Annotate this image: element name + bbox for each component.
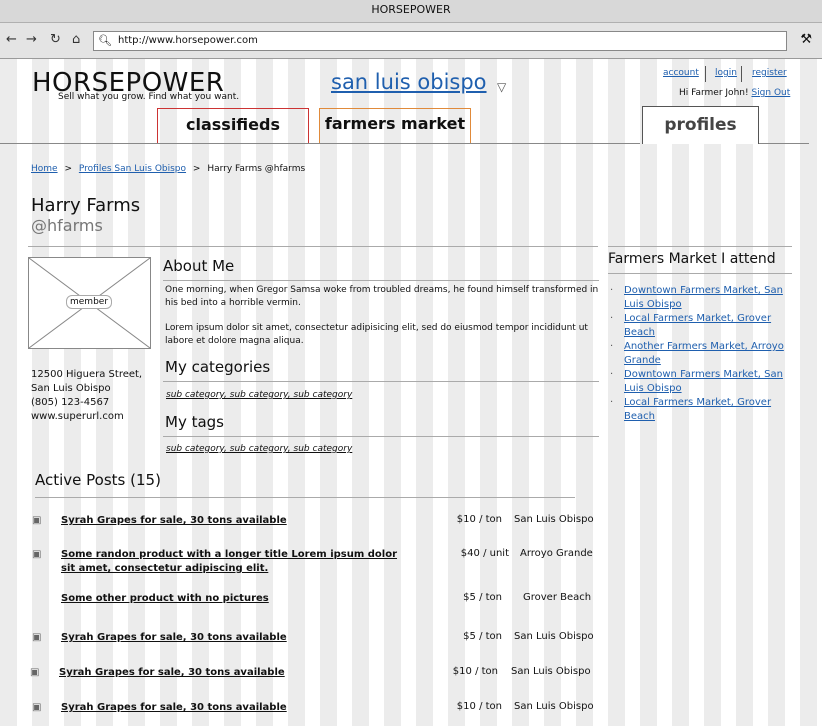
- farmers-market-list: Downtown Farmers Market, San Luis Obispo…: [610, 284, 790, 424]
- breadcrumb-separator: >: [192, 164, 201, 174]
- tab-classifieds[interactable]: classifieds: [157, 108, 309, 143]
- category-links[interactable]: sub category, sub category, sub category: [166, 390, 352, 400]
- post-price: $40 / unit: [460, 548, 509, 559]
- divider: [705, 66, 706, 82]
- home-icon[interactable]: ⌂: [72, 32, 80, 47]
- about-paragraph-2: Lorem ipsum dolor sit amet, consectetur …: [165, 323, 588, 346]
- dropdown-triangle-icon[interactable]: ▽: [497, 80, 506, 94]
- post-price: $10 / ton: [452, 666, 498, 677]
- search-icon: 🔍︎: [98, 34, 112, 47]
- user-greeting: Hi Farmer John!: [679, 88, 749, 98]
- farmers-market-link[interactable]: Downtown Farmers Market, San Luis Obispo: [624, 285, 783, 310]
- address-bar[interactable]: 🔍︎ http://www.horsepower.com: [93, 31, 787, 51]
- about-paragraph-1: One morning, when Gregor Samsa woke from…: [165, 285, 599, 308]
- site-tagline: Sell what you grow. Find what you want.: [58, 92, 240, 102]
- breadcrumb-current: Harry Farms @hfarms: [207, 164, 306, 174]
- farmers-market-title: Farmers Market I attend: [608, 251, 776, 267]
- reload-icon[interactable]: ↻: [50, 32, 61, 47]
- list-item: Local Farmers Market, Grover Beach: [610, 396, 790, 423]
- tag-links[interactable]: sub category, sub category, sub category: [166, 444, 352, 454]
- register-wrap: register: [752, 68, 787, 78]
- camera-icon: ▣: [30, 667, 40, 678]
- post-price: $10 / ton: [456, 514, 502, 525]
- post-title[interactable]: Some other product with no pictures: [61, 592, 269, 606]
- divider: [608, 273, 792, 274]
- list-item: Local Farmers Market, Grover Beach: [610, 312, 790, 339]
- list-item: Downtown Farmers Market, San Luis Obispo: [610, 284, 790, 311]
- tab-baseline: [0, 143, 640, 144]
- user-greeting-line: Hi Farmer John! Sign Out: [679, 88, 790, 98]
- camera-icon: ▣: [32, 702, 42, 713]
- post-title[interactable]: Syrah Grapes for sale, 30 tons available: [61, 701, 287, 715]
- farmers-market-link[interactable]: Downtown Farmers Market, San Luis Obispo: [624, 369, 783, 394]
- member-image-label: member: [66, 295, 113, 309]
- post-location: San Luis Obispo: [511, 666, 591, 677]
- post-location: San Luis Obispo: [514, 701, 594, 712]
- wrench-icon[interactable]: ⚒: [800, 32, 812, 47]
- post-title[interactable]: Syrah Grapes for sale, 30 tons available: [61, 514, 287, 528]
- account-links: account: [663, 68, 699, 78]
- divider: [741, 66, 742, 82]
- signout-link[interactable]: Sign Out: [751, 88, 790, 98]
- post-title[interactable]: Syrah Grapes for sale, 30 tons available: [59, 666, 285, 680]
- post-price: $10 / ton: [456, 701, 502, 712]
- address-city: San Luis Obispo: [31, 383, 111, 394]
- tab-farmers-market[interactable]: farmers market: [319, 108, 471, 143]
- address-line: 12500 Higuera Street,: [31, 369, 143, 380]
- forward-arrow-icon[interactable]: →: [26, 32, 37, 47]
- farmers-market-link[interactable]: Another Farmers Market, Arroyo Grande: [624, 341, 784, 366]
- active-posts-title: Active Posts (15): [35, 471, 161, 489]
- post-price: $5 / ton: [463, 592, 502, 603]
- account-link[interactable]: account: [663, 68, 699, 78]
- window-titlebar: HORSEPOWER: [0, 0, 822, 23]
- post-title[interactable]: Some randon product with a longer title …: [61, 548, 411, 576]
- about-title: About Me: [163, 257, 235, 275]
- farmers-market-link[interactable]: Local Farmers Market, Grover Beach: [624, 397, 771, 422]
- post-price: $5 / ton: [463, 631, 502, 642]
- categories-title: My categories: [165, 358, 271, 376]
- tags-title: My tags: [165, 413, 224, 431]
- post-title[interactable]: Syrah Grapes for sale, 30 tons available: [61, 631, 287, 645]
- divider: [163, 280, 599, 281]
- window-title: HORSEPOWER: [371, 3, 451, 16]
- list-item: Downtown Farmers Market, San Luis Obispo: [610, 368, 790, 395]
- city-selector[interactable]: san luis obispo: [331, 70, 487, 94]
- profile-name: Harry Farms: [31, 195, 141, 216]
- website-text: www.superurl.com: [31, 411, 124, 422]
- list-item: Another Farmers Market, Arroyo Grande: [610, 340, 790, 367]
- tab-baseline: [757, 143, 809, 144]
- register-link[interactable]: register: [752, 68, 787, 78]
- post-location: Grover Beach: [523, 592, 592, 603]
- login-wrap: login: [715, 68, 737, 78]
- post-location: Arroyo Grande: [520, 548, 593, 559]
- divider: [35, 497, 575, 498]
- divider: [163, 381, 599, 382]
- tab-profiles[interactable]: profiles: [642, 106, 759, 144]
- contact-info: 12500 Higuera Street, San Luis Obispo (8…: [31, 368, 142, 424]
- camera-icon: ▣: [32, 515, 42, 526]
- post-location: San Luis Obispo: [514, 631, 594, 642]
- breadcrumb-separator: >: [64, 164, 72, 174]
- post-location: San Luis Obispo: [514, 514, 594, 525]
- farmers-market-link[interactable]: Local Farmers Market, Grover Beach: [624, 313, 771, 338]
- breadcrumb-profiles[interactable]: Profiles San Luis Obispo: [79, 164, 186, 174]
- camera-icon: ▣: [32, 632, 42, 643]
- divider: [163, 436, 599, 437]
- breadcrumb-home[interactable]: Home: [31, 164, 58, 174]
- member-image-placeholder: member: [28, 257, 151, 349]
- profile-handle: @hfarms: [31, 216, 103, 235]
- login-link[interactable]: login: [715, 68, 737, 78]
- divider: [608, 246, 792, 247]
- back-arrow-icon[interactable]: ←: [6, 32, 17, 47]
- camera-icon: ▣: [32, 549, 42, 560]
- breadcrumb: Home > Profiles San Luis Obispo > Harry …: [31, 164, 305, 174]
- url-text: http://www.horsepower.com: [118, 35, 258, 46]
- divider: [28, 246, 598, 247]
- phone-number: (805) 123-4567: [31, 397, 110, 408]
- browser-toolbar: ← → ↻ ⌂ 🔍︎ http://www.horsepower.com ⚒: [0, 23, 822, 59]
